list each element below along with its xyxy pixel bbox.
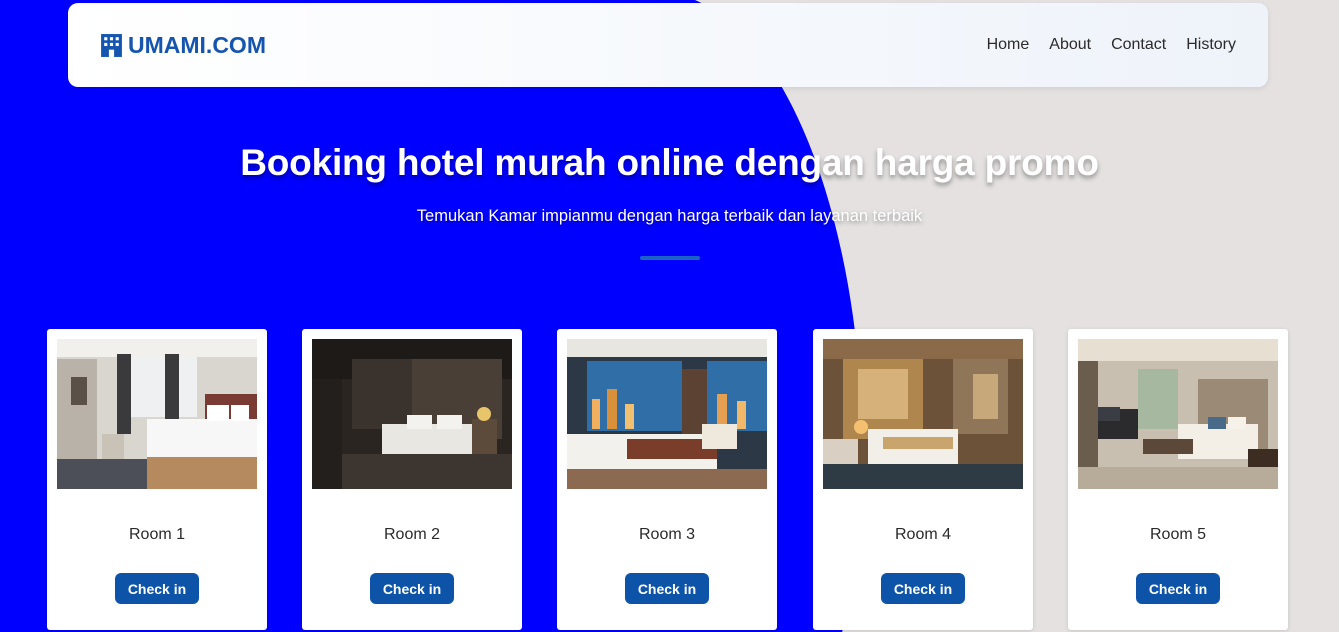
room-card: Room 4 Check in [813,329,1033,630]
room-photo [567,339,767,489]
hero-divider [639,256,700,260]
nav-contact[interactable]: Contact [1111,36,1166,54]
hero-subtitle: Temukan Kamar impianmu dengan harga terb… [416,207,923,225]
room-name: Room 3 [638,526,696,543]
check-in-button[interactable]: Check in [625,573,709,604]
hero-section: Booking hotel murah online dengan harga … [0,142,1339,260]
nav-home[interactable]: Home [987,36,1030,54]
nav-about[interactable]: About [1049,36,1091,54]
room-name: Room 2 [383,526,441,543]
brand-name: UMAMI.COM [128,31,266,58]
room-name: Room 5 [1149,526,1207,543]
check-in-button[interactable]: Check in [881,573,965,604]
room-photo [823,339,1023,489]
room-photo [312,339,512,489]
brand-logo[interactable]: UMAMI.COM [99,32,266,59]
room-card: Room 5 Check in [1068,329,1288,630]
room-name: Room 1 [128,526,186,543]
room-photo [57,339,257,489]
room-name: Room 4 [894,526,952,543]
room-card: Room 1 Check in [47,329,267,630]
check-in-button[interactable]: Check in [370,573,454,604]
room-card: Room 2 Check in [302,329,522,630]
nav-history[interactable]: History [1186,36,1236,54]
check-in-button[interactable]: Check in [1136,573,1220,604]
hero-title: Booking hotel murah online dengan harga … [240,142,1099,183]
nav-menu: Home About Contact History [987,36,1236,54]
check-in-button[interactable]: Check in [115,573,199,604]
navbar: UMAMI.COM Home About Contact History [68,3,1268,87]
room-photo [1078,339,1278,489]
room-card: Room 3 Check in [557,329,777,630]
hotel-building-icon [101,33,122,57]
